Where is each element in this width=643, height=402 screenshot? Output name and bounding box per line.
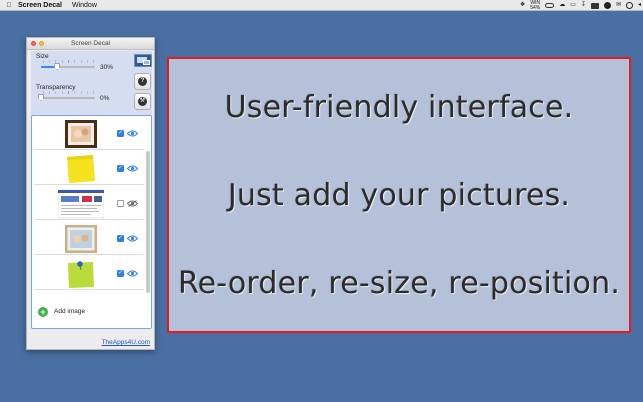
transparency-slider[interactable] xyxy=(41,97,95,99)
record-icon[interactable] xyxy=(603,2,611,9)
decal-line-1: User-friendly interface. xyxy=(224,89,574,125)
inbox-icon[interactable]: ↧ xyxy=(581,0,586,11)
battery-indicator[interactable]: WIN 54% xyxy=(530,0,541,11)
list-item[interactable]: ✓ xyxy=(34,222,144,255)
window-title: Screen Decal xyxy=(70,40,111,47)
size-slider-ticks xyxy=(43,60,95,63)
screen-decal-overlay[interactable]: User-friendly interface. Just add your p… xyxy=(167,57,631,333)
transparency-slider-knob[interactable] xyxy=(38,94,44,101)
add-icon: + xyxy=(38,307,48,317)
image-list[interactable]: ✓ ✓ ✓ ✓ + Add image xyxy=(31,115,152,329)
eye-icon[interactable] xyxy=(127,130,138,137)
eye-hidden-icon[interactable] xyxy=(127,200,138,207)
size-value: 30% xyxy=(100,64,114,71)
battery-icon[interactable] xyxy=(590,2,599,9)
thumbnail-webpage-screenshot xyxy=(58,189,104,219)
eye-icon[interactable] xyxy=(127,165,138,172)
window-menu[interactable]: Window xyxy=(72,2,97,9)
apple-logo-icon[interactable]:  xyxy=(0,2,18,9)
list-item[interactable]: ✓ xyxy=(34,257,144,290)
row-4-checkbox[interactable]: ✓ xyxy=(117,235,124,242)
menu-bar:  Screen Decal Window ❖ WIN 54% ☁ ▭ ↧ ✉ … xyxy=(0,0,643,11)
transparency-value: 0% xyxy=(100,95,110,102)
size-slider-knob[interactable] xyxy=(54,63,61,70)
row-1-checkbox[interactable]: ✓ xyxy=(117,130,124,137)
thumbnail-green-sticky-note-pinned xyxy=(58,259,104,289)
help-button[interactable]: ? xyxy=(134,73,151,90)
transparency-slider-ticks xyxy=(43,91,95,94)
size-label: Size xyxy=(36,53,49,60)
status-area: ❖ WIN 54% ☁ ▭ ↧ ✉ ◂ xyxy=(520,0,641,11)
close-window-button[interactable] xyxy=(31,41,36,46)
minimize-window-button[interactable] xyxy=(39,41,44,46)
thumbnail-framed-photo-baby xyxy=(58,119,104,149)
secondary-screen-icon xyxy=(143,60,150,65)
list-item[interactable] xyxy=(34,187,144,220)
thumbnail-framed-photo-family xyxy=(58,224,104,254)
airplay-icon[interactable]: ▭ xyxy=(570,0,576,11)
eye-icon[interactable] xyxy=(127,270,138,277)
toggle-icon[interactable] xyxy=(545,3,555,8)
row-5-checkbox[interactable]: ✓ xyxy=(117,270,124,277)
size-slider[interactable] xyxy=(41,66,95,68)
thumbnail-yellow-sticky-note xyxy=(58,154,104,184)
settings-button[interactable]: ⚒ xyxy=(134,93,151,110)
screen-layout-button[interactable] xyxy=(134,54,152,67)
add-image-label: Add image xyxy=(54,308,86,315)
mail-icon[interactable]: ✉ xyxy=(616,0,621,11)
list-item[interactable]: ✓ xyxy=(34,117,144,150)
add-image-button[interactable]: + Add image xyxy=(38,305,138,319)
wrench-icon: ⚒ xyxy=(138,97,147,106)
help-icon: ? xyxy=(138,77,147,86)
transparency-label: Transparency xyxy=(36,84,76,91)
decal-line-3: Re-order, re-size, re-position. xyxy=(177,265,621,301)
website-link[interactable]: TheApps4U.com xyxy=(102,339,150,346)
volume-icon[interactable]: ◂ xyxy=(638,0,641,11)
row-3-checkbox[interactable] xyxy=(117,200,124,207)
window-titlebar[interactable]: Screen Decal xyxy=(27,38,154,50)
cloud-icon[interactable]: ☁ xyxy=(559,0,565,11)
row-2-checkbox[interactable]: ✓ xyxy=(117,165,124,172)
dropbox-icon[interactable]: ❖ xyxy=(520,0,525,11)
app-menu[interactable]: Screen Decal xyxy=(18,2,62,9)
battery-label-bottom: 54% xyxy=(530,4,541,11)
eye-icon[interactable] xyxy=(127,235,138,242)
screen-decal-window: Screen Decal Size 30% Transparency 0% ? … xyxy=(26,37,155,350)
decal-line-2: Just add your pictures. xyxy=(227,177,571,213)
list-item[interactable]: ✓ xyxy=(34,152,144,185)
list-scrollbar[interactable] xyxy=(146,151,150,293)
clock-icon[interactable] xyxy=(625,2,633,9)
